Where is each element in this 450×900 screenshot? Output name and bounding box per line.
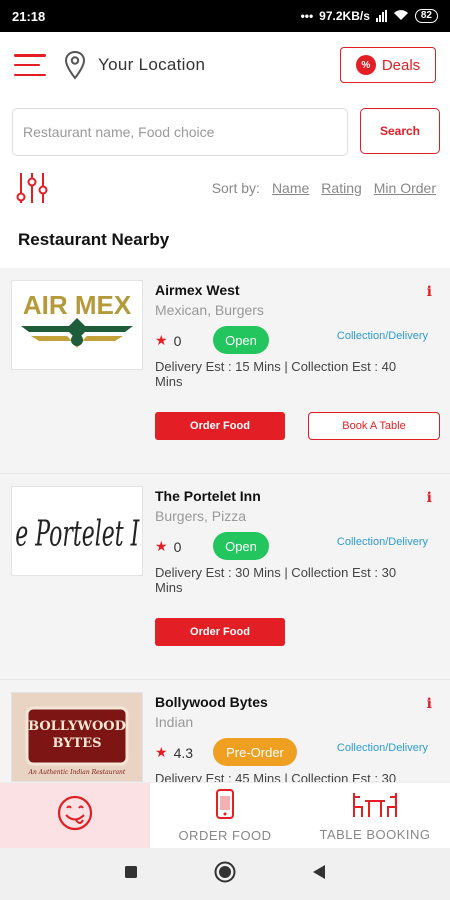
status-badge: Open (213, 532, 269, 560)
recents-icon[interactable] (124, 865, 138, 884)
status-badge: Open (213, 326, 269, 354)
order-food-button[interactable]: Order Food (155, 412, 285, 440)
back-icon[interactable] (312, 864, 326, 885)
restaurant-card[interactable]: AIR MEX Airmex West Mexican, Burgers i ★… (0, 268, 450, 474)
delivery-estimate: Delivery Est : 15 Mins | Collection Est … (155, 359, 397, 389)
location-pin-icon[interactable] (62, 49, 88, 81)
delivery-estimate: Delivery Est : 45 Mins | Collection Est … (155, 771, 397, 782)
percent-icon: % (355, 55, 376, 75)
restaurant-cuisine: Indian (155, 714, 194, 730)
sort-label: Sort by: (211, 180, 260, 196)
rating-value: 0 (173, 538, 182, 555)
restaurant-logo[interactable]: The Portelet Inn (11, 486, 143, 576)
status-time: 21:18 (12, 8, 46, 24)
search-input[interactable] (12, 108, 348, 156)
restaurant-list[interactable]: AIR MEX Airmex West Mexican, Burgers i ★… (0, 268, 450, 782)
svg-text:AIR MEX: AIR MEX (23, 290, 132, 320)
restaurant-card[interactable]: BOLLYWOOD BYTES An Authentic Indian Rest… (0, 680, 450, 782)
section-title: Restaurant Nearby (18, 230, 170, 249)
star-icon: ★ (155, 332, 168, 348)
smiley-icon (56, 794, 94, 837)
sort-by-name[interactable]: Name (272, 180, 309, 196)
sort-by-min-order[interactable]: Min Order (374, 180, 436, 196)
star-icon: ★ (155, 538, 168, 554)
signal-icon (375, 10, 387, 22)
restaurant-name[interactable]: Airmex West (155, 282, 240, 298)
svg-text:The Portelet Inn: The Portelet Inn (13, 513, 141, 554)
book-table-button[interactable]: Book A Table (308, 412, 440, 440)
sort-by-rating[interactable]: Rating (321, 180, 361, 196)
restaurant-logo[interactable]: AIR MEX (11, 280, 143, 370)
wifi-icon (393, 9, 409, 24)
tab-table-booking[interactable]: TABLE BOOKING (300, 783, 450, 848)
tab-home[interactable] (0, 783, 150, 848)
deals-button[interactable]: % Deals (340, 47, 436, 83)
search-button[interactable]: Search (360, 108, 440, 154)
star-icon: ★ (155, 744, 168, 760)
restaurant-cuisine: Burgers, Pizza (155, 508, 247, 524)
app-header: Your Location % Deals (0, 32, 450, 98)
status-badge: Pre-Order (213, 738, 297, 766)
tab-order-food[interactable]: ORDER FOOD (150, 783, 300, 848)
restaurant-rating: ★ 0 (155, 538, 181, 555)
battery-icon: 82 (414, 9, 438, 23)
tab-order-food-label: ORDER FOOD (178, 828, 272, 843)
info-icon[interactable]: i (427, 284, 432, 300)
restaurant-card[interactable]: The Portelet Inn The Portelet Inn Burger… (0, 474, 450, 680)
bottom-nav: ORDER FOOD TABLE BOOKING (0, 782, 450, 848)
filter-icon[interactable] (14, 170, 52, 206)
system-nav-bar (0, 848, 450, 900)
search-bar: Search (12, 108, 440, 156)
delivery-estimate: Delivery Est : 30 Mins | Collection Est … (155, 565, 397, 595)
sort-bar: Sort by: Name Rating Min Order (14, 168, 436, 208)
restaurant-rating: ★ 0 (155, 332, 181, 349)
net-speed: 97.2KB/s (319, 9, 370, 23)
svg-text:BOLLYWOOD: BOLLYWOOD (28, 719, 126, 734)
restaurant-rating: ★ 4.3 (155, 744, 193, 761)
svg-text:An Authentic Indian Restaurant: An Authentic Indian Restaurant (28, 769, 126, 776)
info-icon[interactable]: i (427, 490, 432, 506)
status-bar: 21:18 ••• 97.2KB/s 82 (0, 0, 450, 32)
svg-text:BYTES: BYTES (52, 736, 101, 751)
restaurant-cuisine: Mexican, Burgers (155, 302, 264, 318)
service-type: Collection/Delivery (336, 536, 428, 548)
location-label[interactable]: Your Location (98, 55, 205, 75)
rating-value: 4.3 (173, 744, 194, 761)
home-icon[interactable] (214, 861, 236, 888)
restaurant-logo[interactable]: BOLLYWOOD BYTES An Authentic Indian Rest… (11, 692, 143, 782)
phone-order-icon (211, 788, 239, 825)
status-icons: ••• 97.2KB/s 82 (301, 9, 438, 24)
deals-label: Deals (381, 56, 421, 74)
service-type: Collection/Delivery (336, 330, 428, 342)
info-icon[interactable]: i (427, 696, 432, 712)
tab-table-booking-label: TABLE BOOKING (319, 827, 431, 842)
table-chairs-icon (351, 789, 399, 824)
restaurant-name[interactable]: The Portelet Inn (155, 488, 261, 504)
service-type: Collection/Delivery (336, 742, 428, 754)
rating-value: 0 (173, 332, 182, 349)
order-food-button[interactable]: Order Food (155, 618, 285, 646)
status-dots: ••• (300, 9, 314, 23)
restaurant-name[interactable]: Bollywood Bytes (155, 694, 268, 710)
menu-icon[interactable] (14, 54, 46, 76)
